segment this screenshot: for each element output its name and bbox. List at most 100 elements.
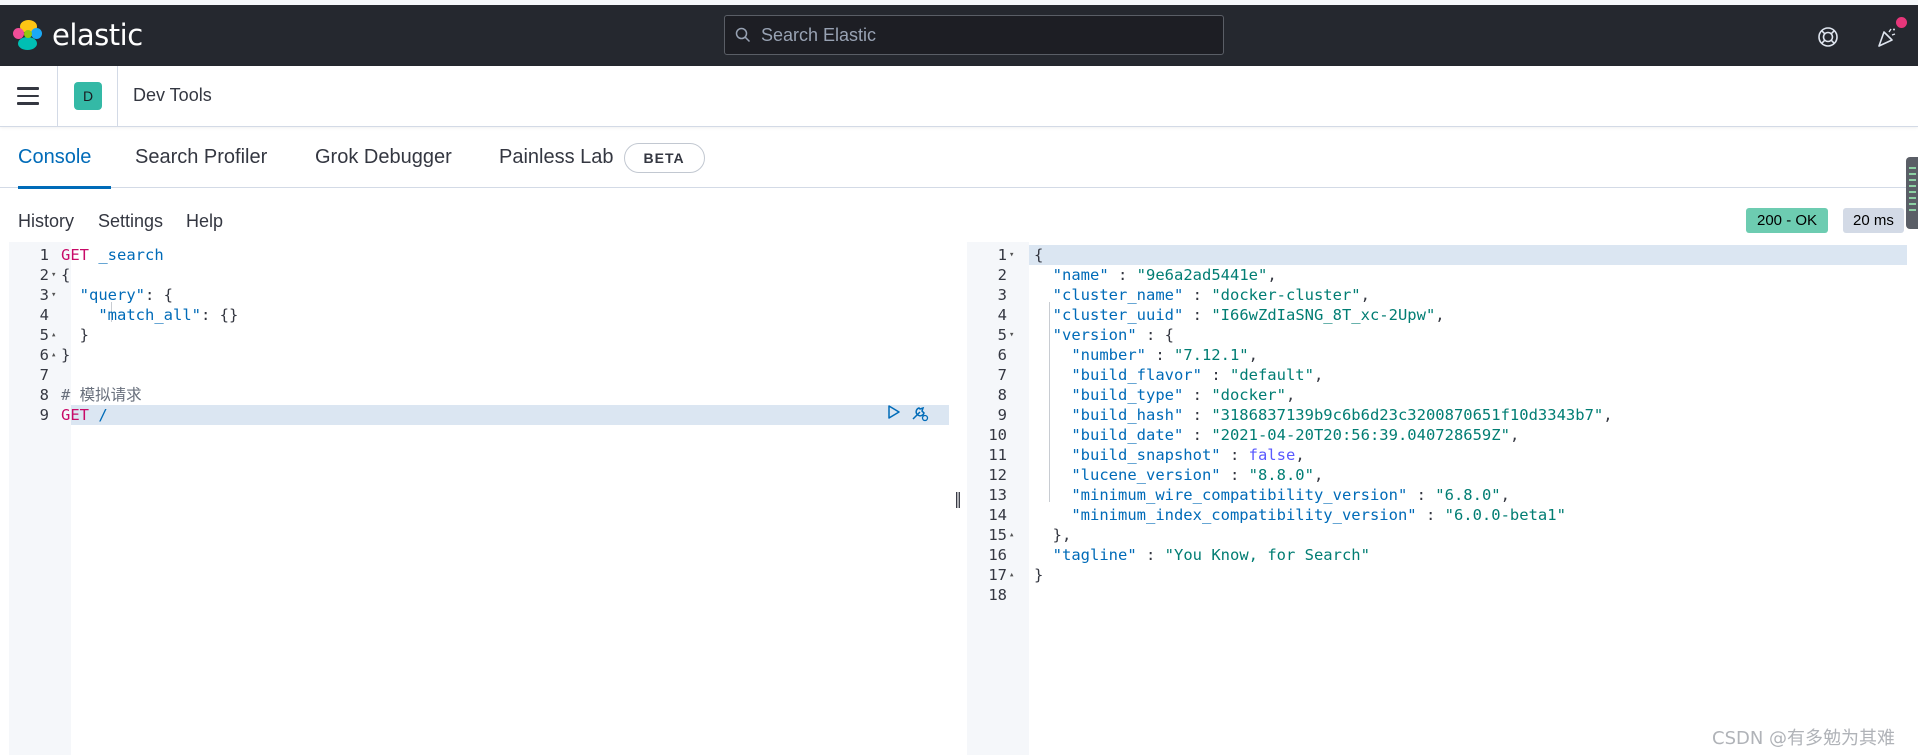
space-avatar[interactable]: D	[74, 82, 102, 110]
side-panel-handle[interactable]	[1906, 157, 1918, 229]
elastic-logo[interactable]: elastic	[12, 18, 143, 52]
code-token: "build_snapshot"	[1071, 446, 1221, 464]
code-line: },	[1034, 525, 1072, 545]
search-input[interactable]	[761, 24, 1201, 46]
code-line: "minimum_wire_compatibility_version" : "…	[1034, 485, 1510, 505]
wrench-icon[interactable]	[910, 404, 930, 422]
line-number: 4	[997, 306, 1007, 324]
watermark: CSDN @有多勉为其难	[1712, 728, 1896, 749]
line-number: 1	[997, 246, 1007, 264]
code-line: GET /	[61, 405, 108, 425]
line-number: 5	[997, 326, 1007, 344]
top-header: elastic	[0, 0, 1918, 66]
code-line: "tagline" : "You Know, for Search"	[1034, 545, 1370, 565]
code-token: "docker-cluster"	[1211, 286, 1361, 304]
code-line: "query": {	[61, 285, 173, 305]
active-line-highlight	[967, 245, 1907, 265]
code-token: ,	[1285, 386, 1296, 404]
code-token: :	[1220, 466, 1249, 484]
play-icon[interactable]	[886, 404, 902, 420]
help-link[interactable]: Help	[186, 211, 223, 232]
code-token: ,	[1509, 426, 1520, 444]
code-token: ,	[1360, 286, 1370, 304]
fold-toggle-icon[interactable]: ▴	[51, 325, 56, 345]
search-icon	[735, 27, 751, 43]
request-editor[interactable]: 1 GET _search 2 ▾{3 ▾ "query": {4 "match_all…	[9, 242, 949, 755]
newsfeed-icon[interactable]	[1873, 17, 1907, 51]
code-line: }	[1034, 565, 1043, 585]
tab-search-profiler[interactable]: Search Profiler	[135, 127, 267, 188]
code-token: "number"	[1071, 346, 1146, 364]
line-number: 15	[988, 526, 1007, 544]
request-actions	[886, 404, 930, 422]
breadcrumb-dev-tools: Dev Tools	[133, 85, 212, 105]
code-token: :	[1136, 546, 1165, 564]
fold-toggle-icon[interactable]: ▾	[51, 265, 56, 285]
line-number: 13	[988, 486, 1007, 504]
code-line: "cluster_uuid" : "I66wZdIaSNG_8T_xc-2Upw…	[1034, 305, 1445, 325]
code-line: "lucene_version" : "8.8.0",	[1034, 465, 1323, 485]
code-token: GET	[61, 406, 89, 424]
code-token: ,	[1313, 466, 1324, 484]
response-editor: 1 ▾{2 "name" : "9e6a2ad5441e", 3 "cluster_…	[967, 242, 1907, 755]
tab-console[interactable]: Console	[18, 127, 112, 189]
line-number: 14	[988, 506, 1007, 524]
code-line: "number" : "7.12.1",	[1034, 345, 1258, 365]
code-token: :	[1108, 266, 1137, 284]
code-token: "8.8.0"	[1248, 466, 1314, 484]
code-token: ,	[1295, 446, 1305, 464]
code-token: ,	[1500, 486, 1510, 504]
code-token: "build_hash"	[1071, 406, 1184, 424]
line-number: 6	[997, 346, 1007, 364]
panel-resizer[interactable]: ‖	[949, 242, 967, 755]
fold-toggle-icon[interactable]: ▴	[1009, 565, 1014, 585]
code-line: }	[61, 345, 70, 365]
code-token: }	[61, 346, 71, 364]
code-token: "build_date"	[1071, 426, 1184, 444]
fold-toggle-icon[interactable]: ▴	[1009, 525, 1014, 545]
code-line: "build_flavor" : "default",	[1034, 365, 1323, 385]
global-search[interactable]	[724, 15, 1224, 55]
tab-painless-lab[interactable]: Painless Lab BETA	[499, 127, 705, 188]
code-token: ,	[1313, 366, 1324, 384]
history-link[interactable]: History	[18, 211, 74, 232]
fold-toggle-icon[interactable]: ▾	[51, 285, 56, 305]
active-line-highlight	[9, 405, 949, 425]
code-token: "2021-04-20T20:56:39.040728659Z"	[1211, 426, 1510, 444]
code-token: {	[61, 266, 71, 284]
request-time-badge: 20 ms	[1843, 208, 1904, 233]
code-token: },	[1034, 526, 1072, 544]
fold-toggle-icon[interactable]: ▾	[1009, 325, 1014, 345]
line-number: 2	[997, 266, 1007, 284]
code-token: :	[1416, 506, 1445, 524]
tab-grok-debugger[interactable]: Grok Debugger	[315, 127, 452, 188]
dev-tools-tabs: Console Search Profiler Grok Debugger Pa…	[0, 127, 1918, 189]
line-number: 5	[39, 326, 49, 344]
code-token: "6.8.0"	[1435, 486, 1501, 504]
code-token: # 模拟请求	[61, 386, 142, 404]
settings-link[interactable]: Settings	[98, 211, 163, 232]
code-token: "build_type"	[1071, 386, 1184, 404]
code-token: "name"	[1052, 266, 1109, 284]
code-line: {	[1034, 245, 1043, 265]
help-icon[interactable]	[1814, 23, 1842, 51]
fold-toggle-icon[interactable]: ▴	[51, 345, 56, 365]
hamburger-menu-icon[interactable]	[12, 80, 44, 112]
code-token: "7.12.1"	[1173, 346, 1249, 364]
code-token: "6.0.0-beta1"	[1444, 506, 1566, 524]
code-line: GET _search	[61, 245, 164, 265]
code-line: "match_all": {}	[61, 305, 238, 325]
fold-toggle-icon[interactable]: ▾	[1009, 245, 1014, 265]
line-number: 9	[997, 406, 1007, 424]
notification-badge	[1896, 17, 1907, 28]
